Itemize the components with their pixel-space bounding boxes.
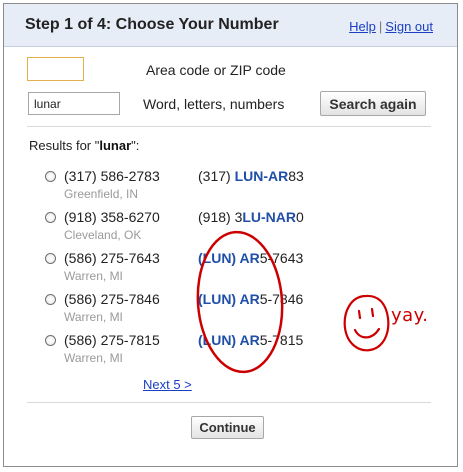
vanity-suffix: 0 xyxy=(296,209,304,225)
vanity-highlight: (LUN) AR xyxy=(198,250,260,266)
result-row[interactable]: (586) 275-7815 Warren, MI (LUN) AR5-7815 xyxy=(0,332,463,372)
result-row[interactable]: (586) 275-7643 Warren, MI (LUN) AR5-7643 xyxy=(0,250,463,290)
panel-header: Step 1 of 4: Choose Your Number Help | Sig… xyxy=(4,4,457,47)
result-radio[interactable] xyxy=(45,253,56,264)
step-title: Step 1 of 4: Choose Your Number xyxy=(25,16,279,33)
result-location: Cleveland, OK xyxy=(64,228,142,242)
result-row[interactable]: (918) 358-6270 Cleveland, OK (918) 3LU-N… xyxy=(0,209,463,249)
yay-annotation-text: yay. xyxy=(391,305,429,326)
header-links: Help | Sign out xyxy=(349,19,433,34)
results-suffix: ": xyxy=(131,138,140,153)
vanity-highlight: (LUN) AR xyxy=(198,332,260,348)
result-location: Greenfield, IN xyxy=(64,187,139,201)
result-location: Warren, MI xyxy=(64,310,123,324)
vanity-prefix: (918) 3 xyxy=(198,209,243,225)
footer-divider xyxy=(27,402,431,403)
result-radio[interactable] xyxy=(45,212,56,223)
result-radio[interactable] xyxy=(45,335,56,346)
result-vanity: (LUN) AR5-7846 xyxy=(198,291,303,307)
result-vanity: (LUN) AR5-7815 xyxy=(198,332,303,348)
result-number: (317) 586-2783 xyxy=(64,168,160,184)
vanity-suffix: 5-7643 xyxy=(259,250,304,266)
help-link[interactable]: Help xyxy=(349,19,376,34)
result-location: Warren, MI xyxy=(64,269,123,283)
search-divider xyxy=(27,126,431,127)
result-vanity: (LUN) AR5-7643 xyxy=(198,250,303,266)
sign-out-link[interactable]: Sign out xyxy=(385,19,433,34)
word-label: Word, letters, numbers xyxy=(143,96,285,112)
result-vanity: (317) LUN-AR83 xyxy=(198,168,304,184)
result-row[interactable]: (317) 586-2783 Greenfield, IN (317) LUN-… xyxy=(0,168,463,208)
vanity-highlight: LUN-AR xyxy=(234,168,289,184)
vanity-suffix: 5-7815 xyxy=(259,332,304,348)
vanity-highlight: LU-NAR xyxy=(242,209,297,225)
vanity-suffix: 5-7846 xyxy=(259,291,304,307)
result-number: (586) 275-7643 xyxy=(64,250,160,266)
vanity-prefix: (317) xyxy=(198,168,235,184)
result-number: (918) 358-6270 xyxy=(64,209,160,225)
result-radio[interactable] xyxy=(45,171,56,182)
results-prefix: Results for " xyxy=(29,138,100,153)
word-input[interactable] xyxy=(28,92,120,115)
next-five-link[interactable]: Next 5 > xyxy=(143,377,192,392)
vanity-suffix: 83 xyxy=(288,168,304,184)
result-number: (586) 275-7815 xyxy=(64,332,160,348)
link-separator: | xyxy=(378,19,383,34)
continue-button[interactable]: Continue xyxy=(191,416,264,439)
result-location: Warren, MI xyxy=(64,351,123,365)
result-vanity: (918) 3LU-NAR0 xyxy=(198,209,304,225)
vanity-highlight: (LUN) AR xyxy=(198,291,260,307)
area-code-label: Area code or ZIP code xyxy=(146,62,286,78)
results-heading: Results for "lunar": xyxy=(29,138,139,153)
result-number: (586) 275-7846 xyxy=(64,291,160,307)
results-query: lunar xyxy=(99,138,132,153)
result-radio[interactable] xyxy=(45,294,56,305)
area-code-input[interactable] xyxy=(27,57,84,81)
search-again-button[interactable]: Search again xyxy=(320,91,426,116)
